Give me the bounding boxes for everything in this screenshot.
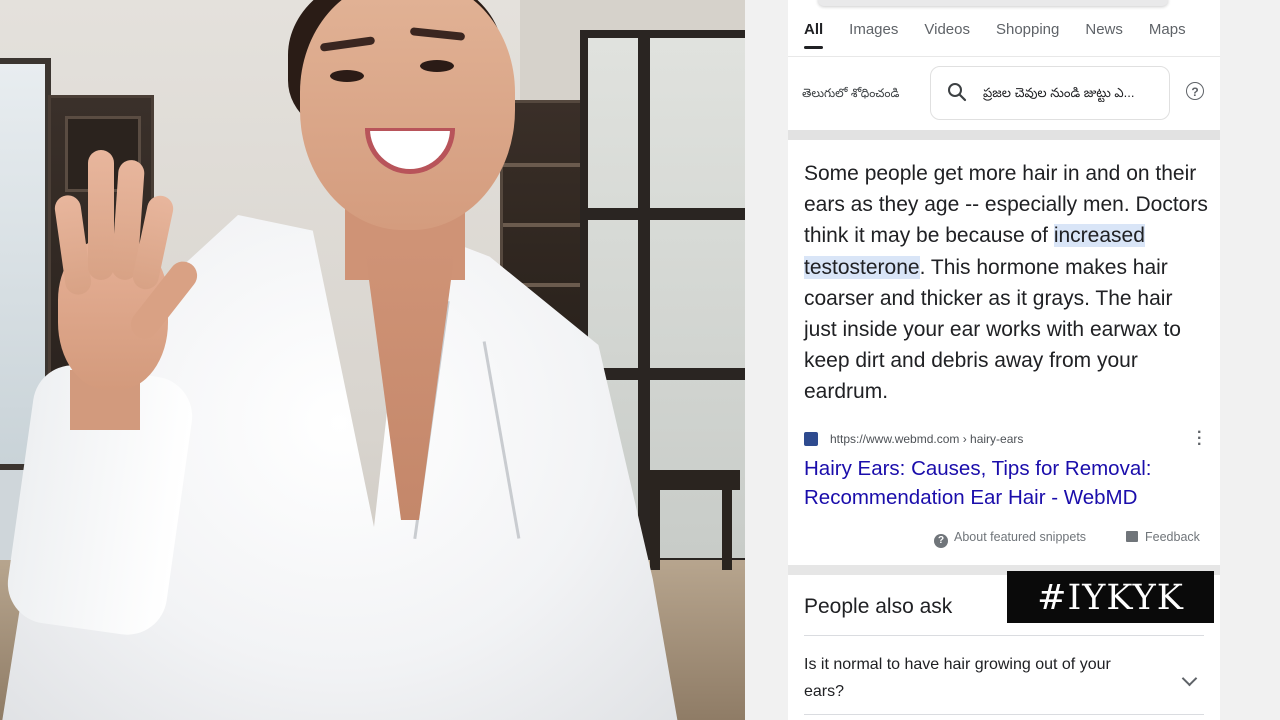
- card-separator: [788, 130, 1220, 140]
- chevron-down-icon[interactable]: [1181, 670, 1198, 687]
- tabs-divider: [788, 56, 1220, 57]
- source-url[interactable]: https://www.webmd.com › hairy-ears: [830, 432, 1023, 446]
- more-vert-icon[interactable]: · · ·: [1197, 425, 1203, 453]
- face: [300, 0, 515, 230]
- paa-question[interactable]: Is it normal to have hair growing out of…: [804, 651, 1154, 705]
- tab-news[interactable]: News: [1085, 20, 1123, 50]
- hashtag-text: #IYKYK: [1037, 578, 1184, 618]
- photo-panel: [0, 0, 745, 720]
- feedback-icon: [1126, 531, 1138, 542]
- snippet-text-before: Some people get more hair in and on thei…: [804, 162, 1208, 248]
- divider: [804, 635, 1204, 636]
- telugu-query-text: ప్రజల చెవుల నుండి జుట్టు ఎ...: [983, 85, 1135, 100]
- tab-videos[interactable]: Videos: [924, 20, 970, 50]
- hashtag-overlay: #IYKYK: [1007, 571, 1214, 623]
- about-featured-snippets[interactable]: ? About featured snippets: [934, 530, 1086, 548]
- info-icon: ?: [934, 534, 948, 548]
- search-in-telugu-link[interactable]: తెలుగులో శోధించండి: [802, 86, 899, 103]
- about-label: About featured snippets: [954, 530, 1087, 544]
- featured-snippet-text: Some people get more hair in and on thei…: [804, 158, 1209, 408]
- help-icon[interactable]: ?: [1186, 82, 1204, 100]
- photo-person: [0, 0, 745, 720]
- tab-all[interactable]: All: [804, 20, 824, 50]
- tab-shopping[interactable]: Shopping: [996, 20, 1059, 50]
- divider: [804, 714, 1204, 715]
- featured-snippet-card: Some people get more hair in and on thei…: [788, 140, 1220, 565]
- telugu-query-chip[interactable]: ప్రజల చెవుల నుండి జుట్టు ఎ...: [930, 66, 1170, 120]
- feedback-link[interactable]: Feedback: [1126, 530, 1200, 544]
- source-row: https://www.webmd.com › hairy-ears · · ·: [804, 425, 1204, 453]
- tab-maps[interactable]: Maps: [1149, 20, 1186, 50]
- search-tabs: All Images Videos Shopping News Maps: [804, 20, 1212, 50]
- tab-images[interactable]: Images: [849, 20, 898, 50]
- search-bar-edge[interactable]: [818, 0, 1168, 6]
- search-header-card: All Images Videos Shopping News Maps తెల…: [788, 0, 1220, 130]
- favicon-icon: [804, 432, 818, 446]
- search-icon: [948, 83, 967, 102]
- people-also-ask-title: People also ask: [804, 595, 953, 618]
- snippet-footer: ? About featured snippets Feedback: [788, 530, 1204, 550]
- feedback-label: Feedback: [1145, 530, 1200, 544]
- source-title-link[interactable]: Hairy Ears: Causes, Tips for Removal: Re…: [804, 454, 1204, 512]
